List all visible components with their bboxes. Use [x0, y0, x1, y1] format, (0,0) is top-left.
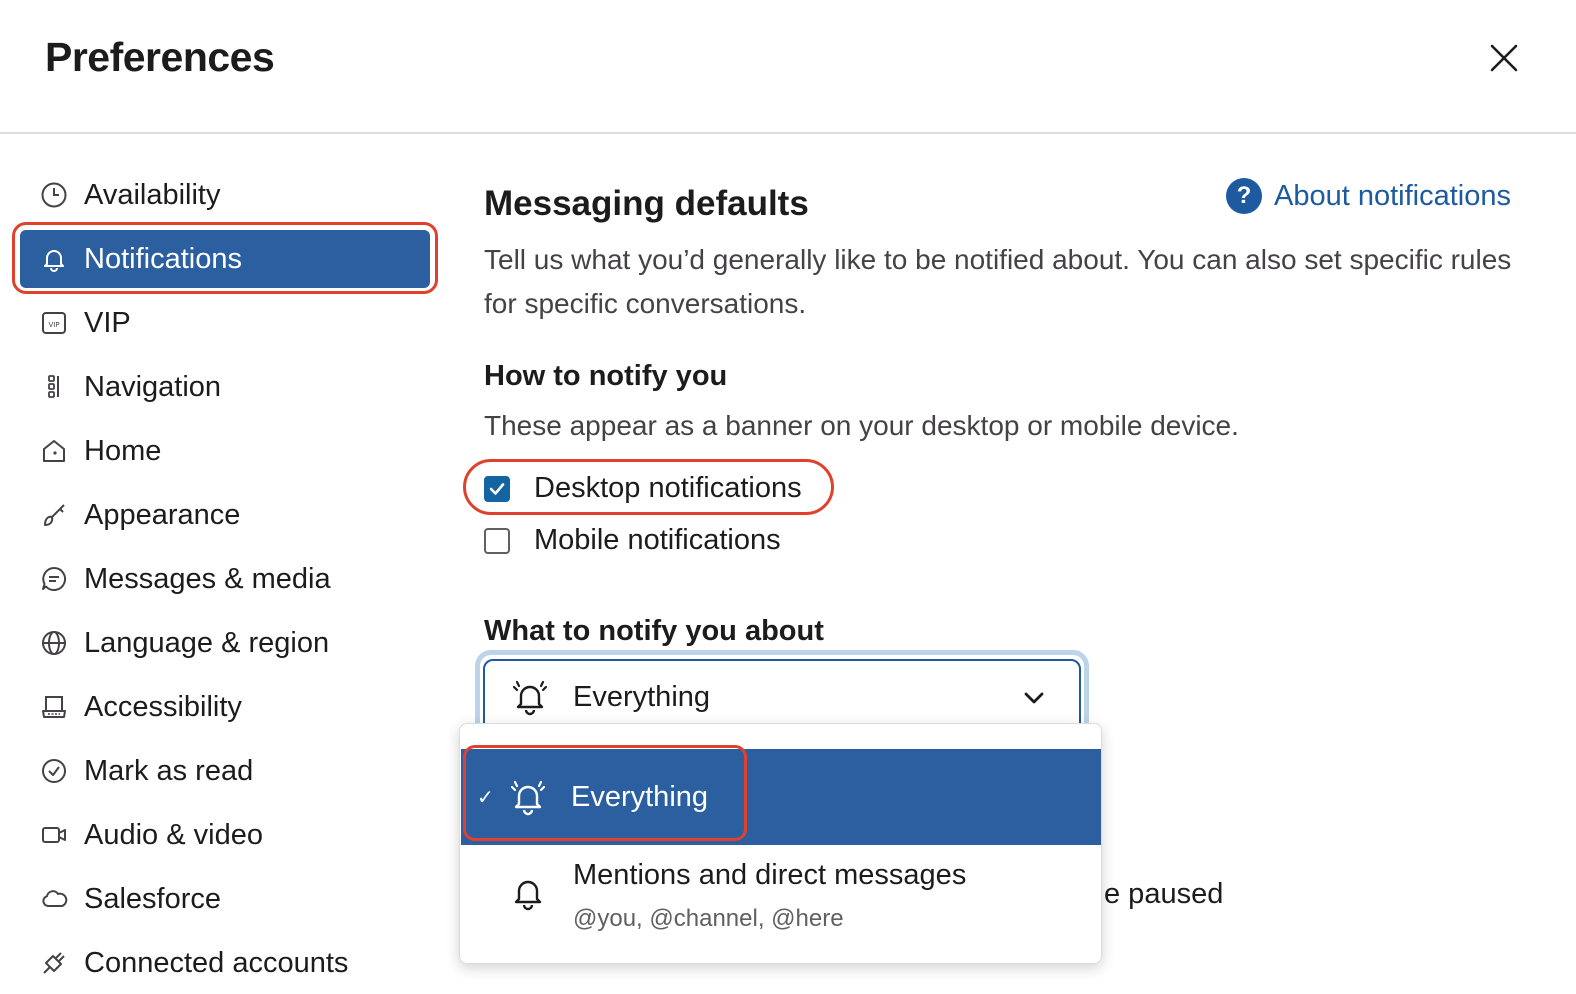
desktop-notifications-label: Desktop notifications: [534, 472, 802, 504]
mobile-notifications-checkbox-row[interactable]: Mobile notifications: [484, 524, 781, 557]
notify-about-dropdown: ✓ Everything Mentions and direct message…: [459, 723, 1102, 964]
chevron-down-icon: [1024, 692, 1044, 704]
video-icon: [38, 819, 70, 851]
select-value: Everything: [573, 680, 711, 713]
how-to-notify-subtext: These appear as a banner on your desktop…: [484, 410, 1239, 441]
clock-icon: [38, 179, 70, 211]
sidebar-item-label: Navigation: [84, 370, 222, 403]
sidebar-item-availability[interactable]: Availability: [20, 166, 430, 224]
section-heading: Messaging defaults: [484, 184, 809, 223]
brush-icon: [38, 499, 70, 531]
navigation-icon: [38, 371, 70, 403]
cloud-icon: [38, 883, 70, 915]
mobile-notifications-label: Mobile notifications: [534, 524, 781, 556]
sidebar-item-label: Salesforce: [84, 882, 222, 915]
svg-text:VIP: VIP: [48, 321, 59, 329]
plug-icon: [38, 947, 70, 979]
vip-icon: VIP: [38, 307, 70, 339]
sidebar-item-label: Messages & media: [84, 562, 331, 595]
bell-icon: [38, 243, 70, 275]
how-to-notify-heading: How to notify you: [484, 360, 728, 392]
option-label: Mentions and direct messages: [573, 859, 967, 891]
help-icon: ?: [1226, 178, 1262, 214]
globe-icon: [38, 627, 70, 659]
sidebar-item-mark-as-read[interactable]: Mark as read: [20, 742, 430, 800]
bell-ringing-icon: [512, 680, 548, 716]
bell-ringing-icon: [510, 780, 546, 816]
checkmark-icon: [489, 482, 505, 495]
sidebar-item-label: Accessibility: [84, 690, 242, 723]
sidebar-item-home[interactable]: Home: [20, 422, 430, 480]
option-mentions[interactable]: Mentions and direct messages @you, @chan…: [461, 845, 1101, 963]
sidebar-item-connected-accounts[interactable]: Connected accounts: [20, 934, 430, 992]
sidebar-item-label: Connected accounts: [84, 946, 349, 979]
what-to-notify-heading: What to notify you about: [484, 615, 824, 647]
header: Preferences: [0, 0, 1576, 134]
bell-icon: [514, 880, 542, 911]
home-icon: [38, 435, 70, 467]
page-title: Preferences: [45, 34, 275, 80]
option-label: Everything: [571, 780, 709, 813]
sidebar-item-label: Mark as read: [84, 754, 254, 787]
option-everything[interactable]: ✓ Everything: [461, 749, 1101, 845]
sidebar-item-accessibility[interactable]: Accessibility: [20, 678, 430, 736]
about-notifications-label: About notifications: [1274, 179, 1511, 212]
sidebar-item-label: Availability: [84, 178, 221, 211]
mobile-notifications-checkbox[interactable]: [484, 527, 510, 554]
sidebar-item-navigation[interactable]: Navigation: [20, 358, 430, 416]
sidebar-item-appearance[interactable]: Appearance: [20, 486, 430, 544]
sidebar-item-language-region[interactable]: Language & region: [20, 614, 430, 672]
sidebar-item-notifications[interactable]: Notifications: [20, 230, 430, 288]
sidebar-item-label: Notifications: [84, 242, 242, 275]
desktop-notifications-checkbox[interactable]: [484, 475, 510, 502]
close-button[interactable]: [1484, 38, 1524, 78]
sidebar-item-audio-video[interactable]: Audio & video: [20, 806, 430, 864]
message-icon: [38, 563, 70, 595]
sidebar-item-label: Appearance: [84, 498, 241, 531]
sidebar-item-salesforce[interactable]: Salesforce: [20, 870, 430, 928]
check-icon: ✓: [477, 786, 494, 809]
sidebar-item-label: Home: [84, 434, 162, 467]
sidebar-item-label: Language & region: [84, 626, 330, 659]
check-circle-icon: [38, 755, 70, 787]
section-description: Tell us what you’d generally like to be …: [484, 244, 1512, 319]
sidebar-item-vip[interactable]: VIP VIP: [20, 294, 430, 352]
sidebar-item-messages-media[interactable]: Messages & media: [20, 550, 430, 608]
about-notifications-link[interactable]: ? About notifications: [1226, 178, 1511, 214]
paused-text-partial: e paused: [1104, 878, 1224, 910]
sidebar-item-label: VIP: [84, 306, 131, 339]
close-icon: [1490, 44, 1518, 72]
keyboard-icon: [38, 691, 70, 723]
desktop-notifications-checkbox-row[interactable]: Desktop notifications: [484, 472, 802, 505]
sidebar-item-label: Audio & video: [84, 818, 263, 851]
option-sublabel: @you, @channel, @here: [573, 905, 844, 932]
